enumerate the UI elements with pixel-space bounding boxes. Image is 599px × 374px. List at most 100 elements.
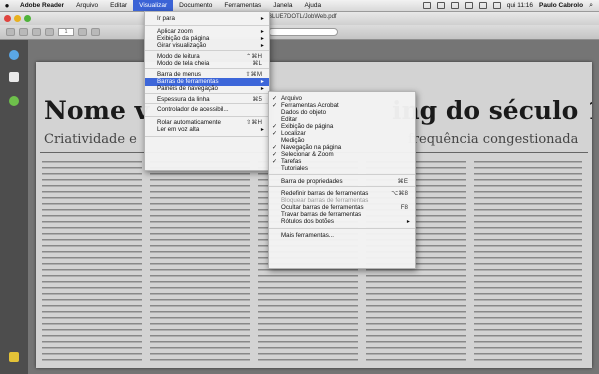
text-column — [42, 158, 142, 364]
close-window-button[interactable] — [4, 15, 11, 22]
display-icon[interactable] — [436, 2, 445, 9]
menu-item-label: Modo de leitura — [157, 53, 200, 60]
menu-ferramentas[interactable]: Ferramentas — [218, 0, 267, 11]
menu-item-shortcut: ⌘L — [252, 60, 262, 67]
page-number-field[interactable]: 1 — [58, 28, 74, 36]
toolbars-submenu: ✓ Arquivo ✓ Ferramentas Acrobat Dados do obj… — [268, 91, 416, 269]
menu-item-label: Girar visualização — [157, 42, 207, 49]
menu-item-label: Barras de ferramentas — [157, 78, 219, 85]
menu-item-label: Barra de propriedades — [281, 178, 343, 185]
toolbar-submenu-item[interactable]: Barra de propriedades ⌘E — [269, 178, 415, 186]
submenu-arrow-icon: ▸ — [260, 42, 264, 49]
menu-documento[interactable]: Documento — [173, 0, 218, 11]
bluetooth-icon[interactable] — [450, 2, 459, 9]
view-menu-item[interactable]: Controlador de acessibil... — [145, 106, 269, 114]
submenu-arrow-icon: ▸ — [260, 126, 264, 133]
volume-icon[interactable] — [478, 2, 487, 9]
spotlight-icon[interactable]: ⌕ — [589, 2, 593, 10]
menu-arquivo[interactable]: Arquivo — [70, 0, 104, 11]
clock[interactable]: qui 11:16 — [507, 2, 533, 9]
menu-separator — [145, 136, 269, 137]
view-menu: Ir para ▸ Aplicar zoom ▸ Exibição da página ▸… — [144, 11, 270, 171]
menu-item-label: Medição — [281, 137, 305, 144]
window-controls — [4, 15, 31, 22]
menu-separator — [145, 93, 269, 94]
menu-item-label: Travar barras de ferramentas — [281, 211, 362, 218]
menu-editar[interactable]: Editar — [104, 0, 133, 11]
article-headline-right: ing do século 10 — [392, 96, 592, 125]
apple-menu-icon[interactable]: ● — [0, 1, 14, 10]
submenu-arrow-icon: ▸ — [260, 15, 264, 22]
menu-item-label: Exibição da página — [157, 35, 210, 42]
menu-separator — [269, 228, 415, 229]
menu-item-label: Arquivo — [281, 95, 302, 102]
toolbar-submenu-item[interactable]: Mais ferramentas... — [269, 232, 415, 240]
zoom-window-button[interactable] — [24, 15, 31, 22]
menu-item-label: Redefinir barras de ferramentas — [281, 190, 369, 197]
menu-item-shortcut: ⌘E — [397, 178, 408, 185]
text-column — [474, 158, 582, 364]
menu-item-label: Painéis de navegação — [157, 85, 218, 92]
view-menu-item[interactable]: Girar visualização ▸ — [145, 42, 269, 50]
menu-item-label: Localizar — [281, 130, 306, 137]
toolbar-submenu-item[interactable]: Rótulos dos botões ▸ — [269, 218, 415, 226]
view-menu-item[interactable]: Modo de tela cheia ⌘L — [145, 60, 269, 68]
battery-icon[interactable] — [492, 2, 501, 9]
menu-item-label: Ir para — [157, 15, 175, 22]
menu-item-label: Rolar automaticamente — [157, 119, 221, 126]
menu-item-label: Bloquear barras de ferramentas — [281, 197, 369, 204]
toolbar: 1 — [0, 25, 599, 40]
menu-item-label: Ocultar barras de ferramentas — [281, 204, 364, 211]
menu-item-label: Ler em voz alta — [157, 126, 200, 133]
menu-item-label: Modo de tela cheia — [157, 60, 210, 67]
menu-item-label: Editar — [281, 116, 298, 123]
print-icon[interactable] — [19, 28, 28, 36]
text-column — [150, 158, 250, 364]
toolbar-submenu-item[interactable]: Tutoriales — [269, 165, 415, 173]
bookmarks-panel-icon[interactable] — [9, 72, 19, 82]
menu-item-label: Rótulos dos botões — [281, 218, 334, 225]
menu-separator — [145, 68, 269, 69]
view-menu-item[interactable]: Espessura da linha ⌘5 — [145, 96, 269, 104]
prev-page-button[interactable] — [32, 28, 41, 36]
menu-item-label: Exibição de página — [281, 123, 334, 130]
dropbox-icon[interactable] — [422, 2, 431, 9]
menu-item-label: Controlador de acessibil... — [157, 106, 229, 113]
menu-bar: ● Adobe Reader Arquivo Editar Visualizar… — [0, 0, 599, 12]
menu-item-label: Dados do objeto — [281, 109, 327, 116]
menu-separator — [145, 116, 269, 117]
submenu-arrow-icon: ▸ — [260, 85, 264, 92]
wifi-icon[interactable] — [464, 2, 473, 9]
user-name[interactable]: Paulo Cabrolo — [539, 2, 583, 9]
window-titlebar: BLUE7DOTL/JobWeb.pdf — [0, 12, 599, 25]
menu-visualizar[interactable]: Visualizar — [133, 0, 174, 11]
zoom-out-button[interactable] — [78, 28, 87, 36]
menu-ajuda[interactable]: Ajuda — [298, 0, 327, 11]
view-menu-item[interactable]: Ler em voz alta ▸ — [145, 126, 269, 134]
next-page-button[interactable] — [45, 28, 54, 36]
menu-item-label: Mais ferramentas... — [281, 232, 334, 239]
menu-separator — [269, 174, 415, 175]
menu-item-label: Tarefas — [281, 158, 302, 165]
comments-panel-icon[interactable] — [9, 352, 19, 362]
menu-item-label: Ferramentas Acrobat — [281, 102, 339, 109]
menu-item-label: Espessura da linha — [157, 96, 210, 103]
menu-janela[interactable]: Janela — [267, 0, 298, 11]
menu-separator — [145, 25, 269, 26]
view-menu-item[interactable]: Ir para ▸ — [145, 15, 269, 23]
navigation-sidebar — [0, 40, 28, 374]
pages-panel-icon[interactable] — [9, 50, 19, 60]
menu-app[interactable]: Adobe Reader — [14, 0, 70, 11]
menu-item-shortcut: ⌘5 — [252, 96, 262, 103]
attachments-panel-icon[interactable] — [9, 96, 19, 106]
status-area: qui 11:16 Paulo Cabrolo ⌕ — [422, 2, 599, 10]
submenu-arrow-icon: ▸ — [406, 218, 410, 225]
zoom-in-button[interactable] — [91, 28, 100, 36]
minimize-window-button[interactable] — [14, 15, 21, 22]
menu-item-label: Barra de menus — [157, 71, 202, 78]
article-headline-left: Nome v — [44, 96, 150, 125]
view-menu-item[interactable]: Painéis de navegação ▸ — [145, 85, 269, 93]
open-icon[interactable] — [6, 28, 15, 36]
article-subhead-right: frequência congestionada — [408, 132, 579, 147]
search-field[interactable] — [268, 28, 338, 36]
